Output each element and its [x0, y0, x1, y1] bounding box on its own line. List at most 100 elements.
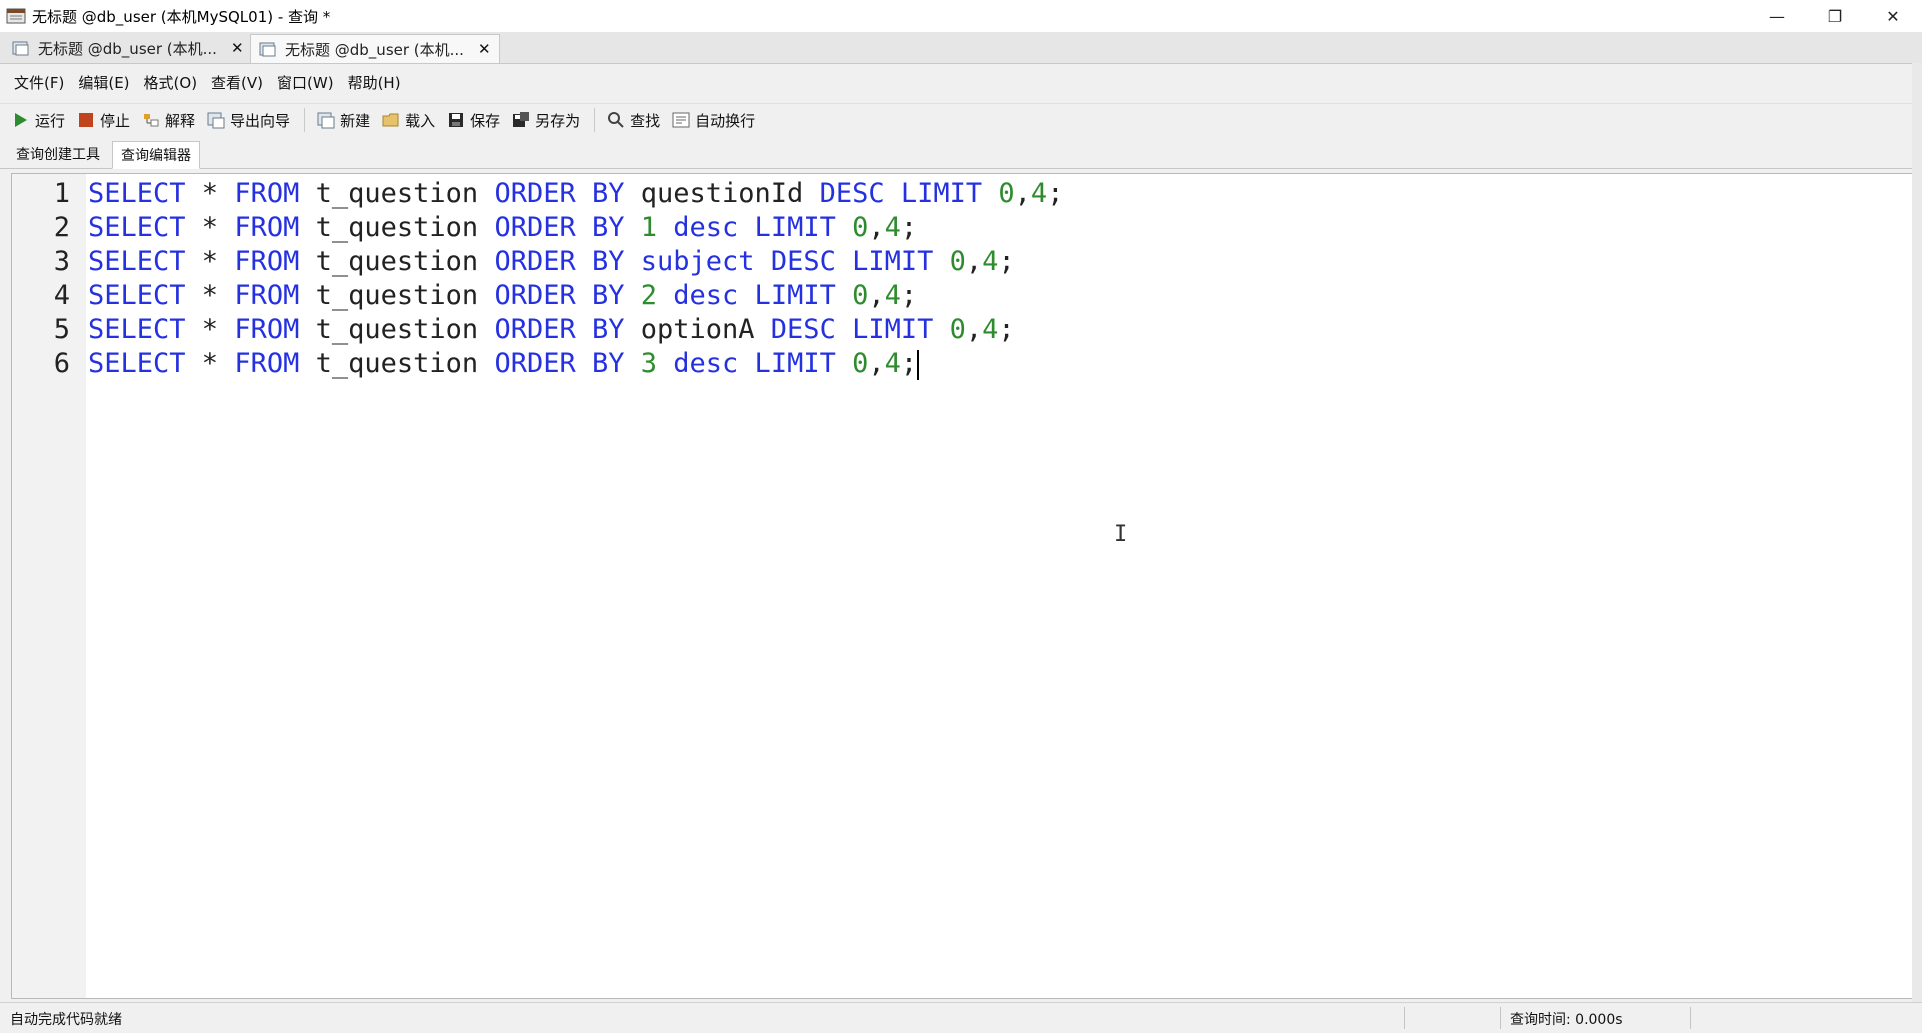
- code-token-kw: FROM: [234, 212, 300, 243]
- code-token-plain: ;: [900, 348, 918, 379]
- export-icon: [207, 112, 225, 129]
- menu-help[interactable]: 帮助(H): [348, 72, 401, 93]
- doc-tab-2[interactable]: 无标题 @db_user (本机... ✕: [250, 34, 500, 63]
- code-token-plain: *: [185, 246, 235, 277]
- find-button[interactable]: 查找: [607, 110, 660, 131]
- explain-label: 解释: [165, 111, 196, 130]
- run-button[interactable]: 运行: [12, 110, 65, 131]
- code-token-num: 1: [640, 212, 658, 243]
- code-token-plain: *: [185, 178, 235, 209]
- save-button[interactable]: 保存: [447, 110, 500, 131]
- code-token-kw: FROM: [234, 280, 300, 311]
- close-window-button[interactable]: ✕: [1864, 0, 1922, 32]
- line-number: 5: [53, 314, 70, 345]
- play-icon: [15, 113, 27, 127]
- minimize-button[interactable]: —: [1748, 0, 1806, 32]
- status-message: 自动完成代码就绪: [10, 1012, 122, 1028]
- line-number: 1: [53, 178, 70, 209]
- tab-query-editor[interactable]: 查询编辑器: [112, 141, 200, 169]
- toolbar-divider: [304, 108, 306, 132]
- window-controls: — ❐ ✕: [1748, 0, 1922, 32]
- code-token-plain: ;: [998, 246, 1015, 277]
- code-token-kw: subject: [640, 246, 755, 277]
- code-token-kw: ORDER BY: [494, 348, 625, 379]
- code-token-kw: FROM: [234, 314, 300, 345]
- load-button[interactable]: 载入: [382, 110, 435, 131]
- navicat-app-icon: [6, 8, 26, 24]
- status-divider: [1500, 1007, 1501, 1029]
- toolbar-divider: [594, 108, 596, 132]
- code-token-plain: ,: [965, 314, 983, 345]
- code-token-plain: ,: [868, 348, 885, 379]
- load-label: 载入: [405, 111, 436, 130]
- line-number: 2: [53, 212, 70, 243]
- new-button[interactable]: 新建: [317, 110, 370, 131]
- new-query-icon: [317, 112, 335, 129]
- code-token-plain: ;: [1047, 178, 1064, 209]
- code-token-plain: t_question: [299, 314, 495, 345]
- document-tab-bar: 无标题 @db_user (本机... ✕ 无标题 @db_user (本机..…: [0, 32, 1922, 64]
- new-label: 新建: [340, 111, 371, 130]
- code-token-kw: desc LIMIT: [673, 212, 836, 243]
- line-number: 6: [53, 348, 70, 379]
- folder-icon: [382, 113, 399, 127]
- code-token-num: 3: [640, 348, 658, 379]
- status-bar: 自动完成代码就绪 查询时间: 0.000s: [0, 1002, 1922, 1033]
- menu-format[interactable]: 格式(O): [144, 72, 198, 93]
- code-token-plain: ,: [1014, 178, 1031, 209]
- code-token-plain: ,: [868, 280, 885, 311]
- line-number: 4: [53, 280, 70, 311]
- restore-button[interactable]: ❐: [1806, 0, 1864, 32]
- menu-view[interactable]: 查看(V): [211, 72, 263, 93]
- status-divider: [1690, 1007, 1691, 1029]
- save-as-button[interactable]: 另存为: [512, 110, 580, 131]
- word-wrap-button[interactable]: 自动换行: [672, 110, 755, 131]
- save-icon: [449, 113, 464, 127]
- code-token-kw: desc LIMIT: [673, 348, 836, 379]
- code-token-num: 2: [640, 280, 658, 311]
- code-token-num: 0: [852, 212, 869, 243]
- stop-icon: [79, 113, 94, 127]
- menu-file[interactable]: 文件(F): [14, 72, 64, 93]
- doc-tab-1-close-icon[interactable]: ✕: [231, 39, 244, 57]
- menu-bar: 文件(F) 编辑(E) 格式(O) 查看(V) 窗口(W) 帮助(H): [0, 67, 1922, 97]
- query-tab-bar: 查询创建工具 查询编辑器: [0, 138, 1922, 169]
- menu-edit[interactable]: 编辑(E): [78, 72, 129, 93]
- doc-tab-1[interactable]: 无标题 @db_user (本机... ✕: [4, 34, 252, 62]
- menu-window[interactable]: 窗口(W): [277, 72, 334, 93]
- vertical-scrollbar[interactable]: [1912, 63, 1922, 1003]
- doc-tab-1-label: 无标题 @db_user (本机...: [38, 39, 217, 58]
- code-token-num: 0: [852, 348, 869, 379]
- save-label: 保存: [470, 111, 501, 130]
- code-token-kw: DESC LIMIT: [770, 314, 934, 345]
- code-token-kw: FROM: [234, 178, 300, 209]
- explain-button[interactable]: 解释: [142, 110, 195, 131]
- query-time-readout: 查询时间: 0.000s: [1510, 1012, 1623, 1028]
- doc-tab-2-close-icon[interactable]: ✕: [478, 40, 491, 58]
- code-token-kw: FROM: [234, 246, 300, 277]
- code-token-kw: desc LIMIT: [673, 280, 836, 311]
- export-wizard-button[interactable]: 导出向导: [207, 110, 290, 131]
- code-token-plain: t_question: [299, 348, 495, 379]
- code-token-num: 0: [949, 246, 966, 277]
- stop-button[interactable]: 停止: [77, 110, 130, 131]
- code-token-kw: ORDER BY: [494, 178, 625, 209]
- run-label: 运行: [35, 111, 66, 130]
- code-token-num: 4: [982, 314, 999, 345]
- tab-query-builder[interactable]: 查询创建工具: [8, 141, 108, 167]
- code-token-kw: ORDER BY: [494, 314, 625, 345]
- sql-editor[interactable]: 1 SELECT * FROM t_question ORDER BY quest…: [11, 173, 1913, 999]
- search-icon: [608, 112, 624, 128]
